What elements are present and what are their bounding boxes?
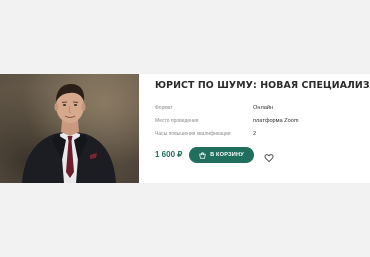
property-value: платформа Zoom [253, 118, 299, 124]
property-value: Онлайн [253, 105, 274, 111]
property-value: 2 [253, 131, 257, 137]
course-card: ЮРИСТ ПО ШУМУ: НОВАЯ СПЕЦИАЛИЗАЦИЯ Форма… [0, 74, 370, 183]
heart-icon[interactable] [264, 150, 274, 163]
add-to-cart-button[interactable]: В КОРЗИНУ [189, 147, 254, 163]
property-label: Формат [155, 105, 173, 111]
purchase-row: 1 600 ₽ В КОРЗИНУ [155, 147, 367, 163]
property-label: Место проведения [155, 118, 199, 124]
add-to-cart-label: В КОРЗИНУ [210, 152, 244, 158]
speaker-photo [0, 74, 139, 183]
property-format: Формат Онлайн [155, 102, 367, 115]
page: ЮРИСТ ПО ШУМУ: НОВАЯ СПЕЦИАЛИЗАЦИЯ Форма… [0, 0, 370, 257]
course-title[interactable]: ЮРИСТ ПО ШУМУ: НОВАЯ СПЕЦИАЛИЗАЦИЯ [155, 80, 370, 92]
price: 1 600 ₽ [155, 150, 183, 159]
course-properties: Формат Онлайн Место проведения платформа… [155, 102, 367, 141]
course-info: ЮРИСТ ПО ШУМУ: НОВАЯ СПЕЦИАЛИЗАЦИЯ Форма… [155, 80, 370, 163]
cart-icon [199, 151, 206, 159]
property-hours: Часы повышения квалификации 2 [155, 128, 367, 141]
property-location: Место проведения платформа Zoom [155, 115, 367, 128]
property-label: Часы повышения квалификации [155, 131, 231, 137]
